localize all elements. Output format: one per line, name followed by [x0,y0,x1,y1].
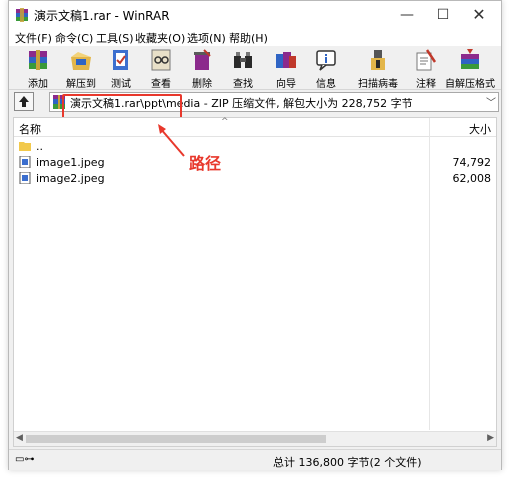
sfx-icon [461,49,479,69]
file-name: image1.jpeg [36,156,105,169]
comment-icon [416,49,437,71]
file-size: 74,792 [452,156,492,169]
scroll-right-icon[interactable]: ▶ [487,433,494,443]
file-name: .. [36,140,43,153]
comment-label: 注释 [416,79,436,90]
menu-file[interactable]: 文件(F) [15,30,52,46]
list-item[interactable]: image1.jpeg 74,792 [14,154,496,170]
winrar-window: 演示文稿1.rar - WinRAR — ☐ ✕ 文件(F) 命令(C) 工具(… [8,0,502,470]
delete-button[interactable]: 删除 [183,48,221,90]
find-icon [234,52,252,68]
image-file-icon [19,172,31,184]
folder-icon [19,142,31,151]
test-button[interactable]: 测试 [102,48,140,90]
sort-caret-icon: ^ [221,117,229,127]
annotation-label: 路径 [189,154,222,173]
list-item[interactable]: image2.jpeg 62,008 [14,170,496,186]
wizard-icon [276,52,296,68]
info-label: 信息 [316,79,336,90]
virus-scan-label: 扫描病毒 [358,79,398,90]
horizontal-scrollbar[interactable]: ◀ ▶ [14,431,496,446]
find-button[interactable]: 查找 [224,48,262,90]
add-button[interactable]: 添加 [19,48,57,90]
close-button[interactable]: ✕ [461,1,497,29]
drive-key-icon[interactable]: ▭⊶ [15,454,34,465]
file-list[interactable]: 名称 ^ 大小 .. image1.jpeg 74,792 image2.jpe… [13,117,497,447]
menu-help[interactable]: 帮助(H) [229,30,268,46]
info-icon [316,50,336,71]
column-name-header[interactable]: 名称 [19,121,41,137]
chevron-down-icon[interactable]: ﹀ [486,94,496,109]
window-title: 演示文稿1.rar - WinRAR [34,9,170,23]
menu-options[interactable]: 选项(N) [187,30,226,46]
image-file-icon [19,156,31,168]
wizard-button[interactable]: 向导 [267,48,305,90]
scrollbar-thumb[interactable] [26,435,326,443]
winrar-app-icon [16,8,28,22]
sfx-label: 自解压格式 [445,79,495,90]
column-header-row: 名称 ^ 大小 [14,117,496,137]
delete-icon [194,49,211,70]
maximize-button[interactable]: ☐ [425,1,461,29]
menu-bar: 文件(F) 命令(C) 工具(S) 收藏夹(O) 选项(N) 帮助(H) [9,29,501,46]
status-text: 总计 136,800 字节(2 个文件) [273,456,422,469]
toolbar: 添加 解压到 测试 查看 删除 查找 向导 信息 扫描病毒 注释 自解压格式 [9,46,501,90]
up-arrow-icon [19,96,29,107]
up-folder-button[interactable] [14,92,34,111]
status-bar: ▭⊶ 总计 136,800 字节(2 个文件) [9,449,501,470]
view-icon [151,49,171,71]
add-archive-icon [29,50,47,70]
menu-commands[interactable]: 命令(C) [55,30,93,46]
extract-to-icon [71,52,91,70]
title-bar[interactable]: 演示文稿1.rar - WinRAR — ☐ ✕ [9,1,501,29]
file-name: image2.jpeg [36,172,105,185]
list-item[interactable]: .. [14,138,496,154]
virus-scan-icon [371,50,385,70]
column-size-header[interactable]: 大小 [469,121,491,137]
sfx-button[interactable]: 自解压格式 [445,48,495,90]
scroll-left-icon[interactable]: ◀ [16,433,23,443]
file-size: 62,008 [452,172,492,185]
comment-button[interactable]: 注释 [407,48,445,90]
minimize-button[interactable]: — [389,1,425,29]
virus-scan-button[interactable]: 扫描病毒 [358,48,398,90]
info-button[interactable]: 信息 [307,48,345,90]
view-button[interactable]: 查看 [142,48,180,90]
menu-favorites[interactable]: 收藏夹(O) [135,30,185,46]
extract-to-button[interactable]: 解压到 [62,48,100,90]
test-icon [113,50,128,70]
menu-tools[interactable]: 工具(S) [96,30,134,46]
